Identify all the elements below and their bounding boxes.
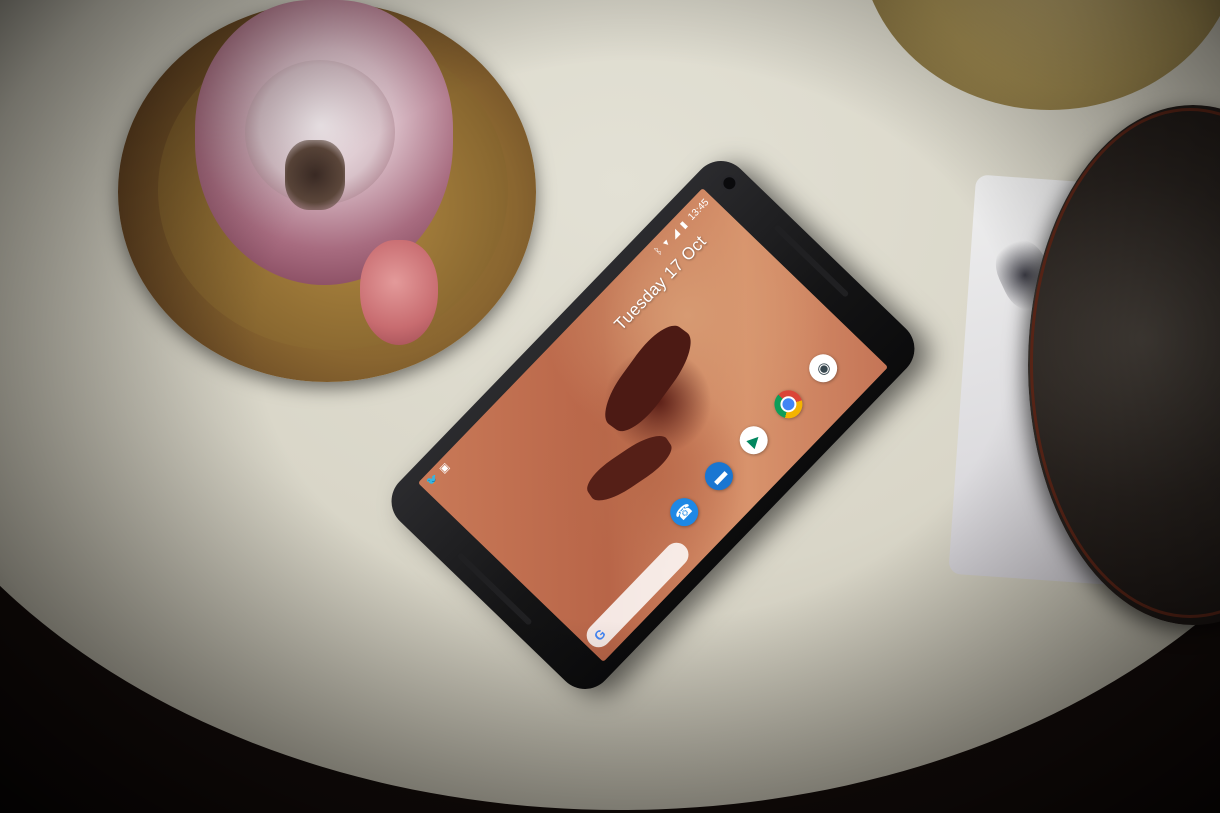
camera-app-icon[interactable]: ◉ — [803, 348, 843, 389]
wallpaper-mesa-shadow — [580, 427, 679, 509]
bluetooth-icon: ᛒ — [652, 245, 665, 258]
wifi-icon: ▾ — [660, 237, 672, 249]
play-store-app-icon[interactable]: ▶ — [733, 420, 774, 461]
chrome-app-icon[interactable] — [768, 384, 809, 425]
candle-wick — [285, 140, 345, 210]
google-icon: G — [590, 625, 609, 644]
notification-icons: 🐦 ▣ — [425, 461, 452, 489]
signal-icon: ◢ — [668, 227, 682, 241]
notification-icon: ▣ — [437, 461, 453, 476]
front-camera — [718, 171, 741, 195]
status-time: 13:45 — [685, 196, 712, 223]
wallpaper-mesa — [594, 316, 702, 441]
photo-scene: 🐦 ▣ ᛒ ▾ ◢ ▮ 13:45 Tuesday 17 Oct G ☎ ▬ ▶… — [0, 0, 1220, 813]
phone-app-icon[interactable]: ☎ — [664, 492, 705, 532]
wax-drip — [360, 240, 438, 345]
battery-icon: ▮ — [677, 219, 690, 231]
twitter-icon: 🐦 — [424, 472, 442, 489]
messages-app-icon[interactable]: ▬ — [699, 456, 739, 496]
